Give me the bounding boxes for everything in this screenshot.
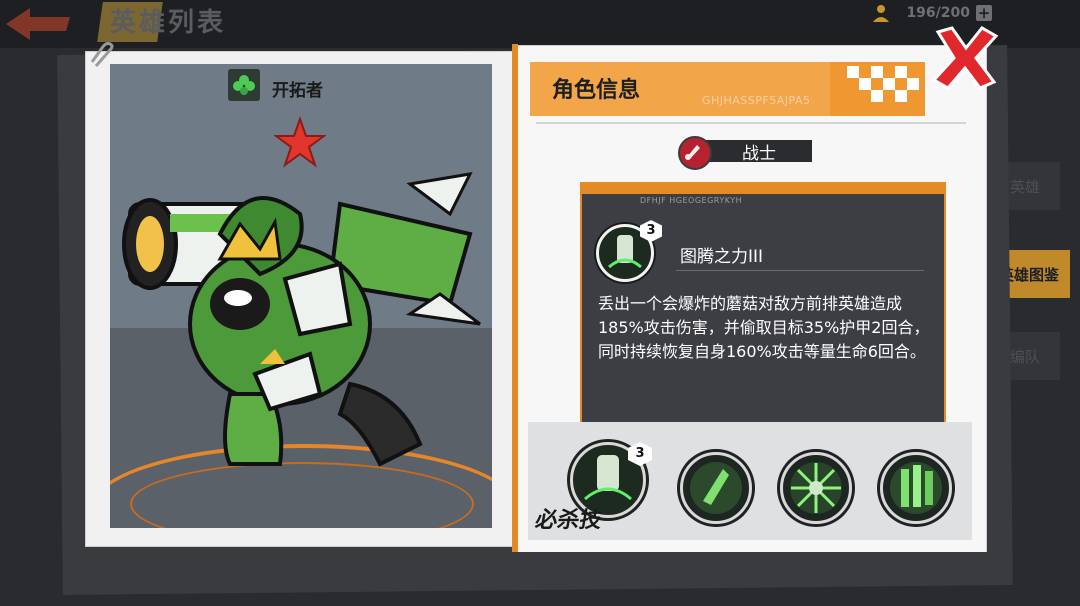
hero-class-label: 开拓者 [272, 81, 323, 101]
skill-separator [676, 270, 924, 271]
skill-name: 图腾之力III [680, 247, 764, 267]
role-rocket-icon [678, 136, 712, 170]
red-star-icon [274, 116, 326, 168]
divider [536, 122, 966, 124]
hero-roster-strip [88, 552, 988, 580]
hero-count-text: 196/200 [906, 5, 970, 21]
role-label: 战士 [742, 144, 776, 164]
skill-header-code: DFHJF HGEOGEGRYKYH [640, 196, 743, 205]
info-code: GHJHASSPF5AJPA5 [702, 94, 811, 107]
clover-icon [228, 69, 260, 101]
close-icon[interactable] [928, 24, 1002, 92]
hero-count: 196/200 + [872, 3, 992, 23]
skill-4-button[interactable] [880, 452, 952, 524]
person-icon [873, 5, 890, 22]
info-title: 角色信息 [552, 78, 641, 103]
ultimate-label: 必杀技 [533, 508, 604, 533]
skill-3-button[interactable] [780, 452, 852, 524]
skill-2-button[interactable] [680, 452, 752, 524]
add-slot-button[interactable]: + [976, 5, 992, 21]
background-title: 英雄列表 [110, 8, 227, 38]
skill-description: 丢出一个会爆炸的蘑菇对敌方前排英雄造成185%攻击伤害，并偷取目标35%护甲2回… [598, 294, 930, 361]
page-spine [512, 44, 518, 554]
back-arrow-icon[interactable] [0, 4, 80, 44]
